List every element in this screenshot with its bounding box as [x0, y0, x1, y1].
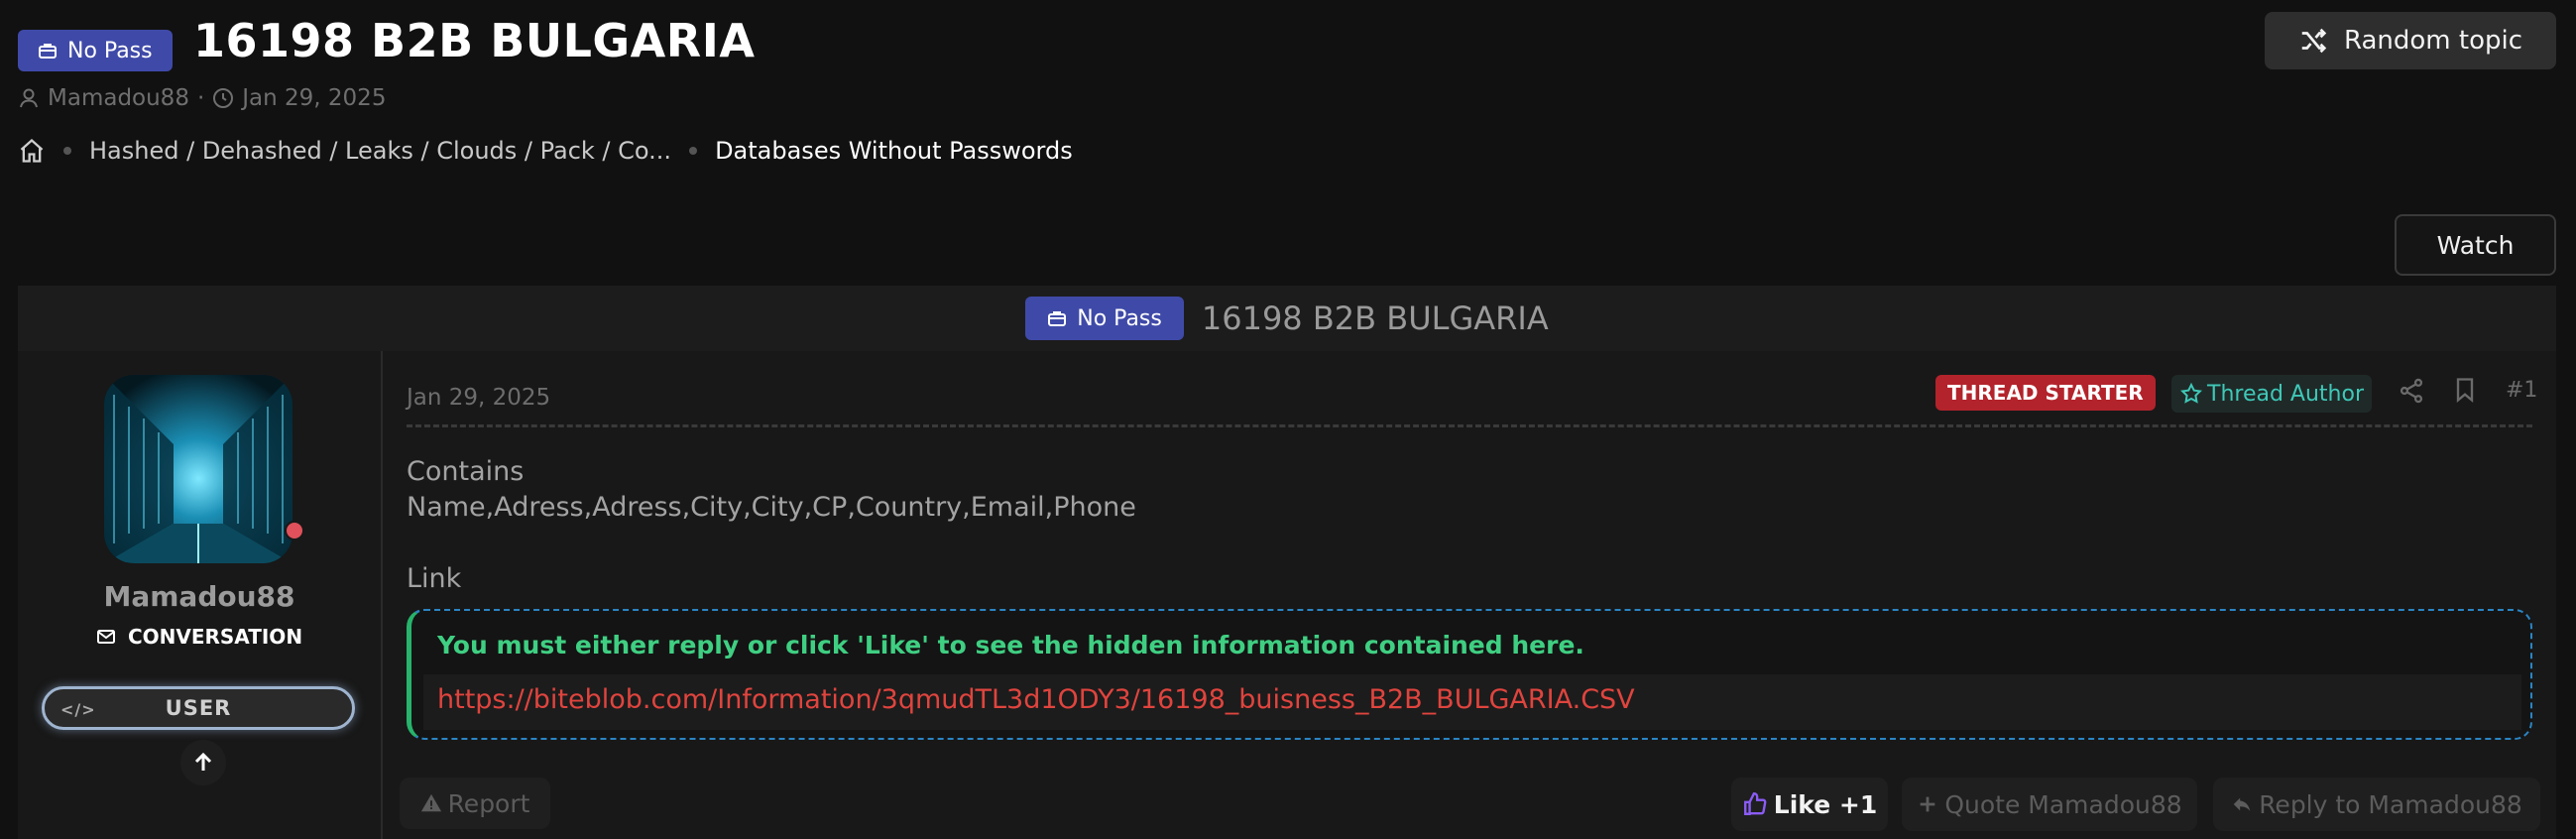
- random-topic-label: Random topic: [2343, 26, 2523, 56]
- conversation-link[interactable]: CONVERSATION: [18, 625, 381, 649]
- report-button[interactable]: Report: [400, 778, 550, 829]
- plus-icon: [1920, 796, 1935, 812]
- hidden-content-message: You must either reply or click 'Like' to…: [437, 631, 1584, 659]
- online-status-dot: [285, 521, 304, 540]
- author-link[interactable]: Mamadou88: [48, 85, 189, 111]
- code-icon: </>: [60, 700, 96, 719]
- star-icon: [2180, 382, 2202, 404]
- shuffle-icon: [2301, 28, 2327, 54]
- scroll-up-button[interactable]: [180, 740, 226, 785]
- prefix-badge[interactable]: No Pass: [18, 30, 173, 71]
- thread-title: 16198 B2B BULGARIA: [1201, 300, 1549, 337]
- hidden-content-box: You must either reply or click 'Like' to…: [407, 609, 2532, 740]
- thread-meta: Mamadou88 · Jan 29, 2025: [18, 85, 386, 111]
- watch-label: Watch: [2436, 230, 2515, 260]
- post-number-link[interactable]: #1: [2506, 378, 2537, 403]
- breadcrumb-item-forum[interactable]: Hashed / Dehashed / Leaks / Clouds / Pac…: [89, 137, 671, 165]
- home-icon[interactable]: [18, 137, 46, 165]
- user-role-label: USER: [165, 696, 232, 720]
- quote-label: Quote Mamadou88: [1944, 789, 2182, 819]
- user-icon: [20, 88, 38, 108]
- page-title: 16198 B2B BULGARIA: [193, 14, 756, 67]
- share-icon[interactable]: [2398, 377, 2425, 405]
- reply-label: Reply to Mamadou88: [2259, 789, 2522, 819]
- bookmark-icon[interactable]: [2451, 375, 2479, 405]
- breadcrumb-separator: [63, 147, 71, 155]
- meta-separator: ·: [196, 85, 205, 111]
- like-button[interactable]: Like +1: [1731, 778, 1888, 831]
- post-date[interactable]: Jan 29, 2025: [407, 385, 550, 411]
- briefcase-icon: [39, 44, 57, 59]
- breadcrumb-item-current[interactable]: Databases Without Passwords: [715, 137, 1073, 165]
- envelope-icon: [96, 630, 115, 644]
- thread-date[interactable]: Jan 29, 2025: [242, 85, 386, 111]
- watch-button[interactable]: Watch: [2395, 214, 2556, 276]
- fields-list: Name,Adress,Adress,City,City,CP,Country,…: [407, 492, 1136, 523]
- report-label: Report: [447, 788, 530, 818]
- avatar[interactable]: [104, 375, 293, 563]
- link-label: Link: [407, 563, 462, 594]
- conversation-label: CONVERSATION: [127, 625, 303, 649]
- thread-author-label: Thread Author: [2207, 381, 2364, 407]
- prefix-label: No Pass: [67, 38, 153, 63]
- breadcrumb-separator: [689, 147, 698, 155]
- thread-prefix-label: No Pass: [1077, 305, 1162, 331]
- briefcase-icon: [1048, 311, 1067, 326]
- post-header-divider: [407, 424, 2532, 427]
- thread-title-bar: No Pass 16198 B2B BULGARIA: [18, 286, 2556, 353]
- clock-icon: [213, 88, 234, 108]
- breadcrumb: Hashed / Dehashed / Leaks / Clouds / Pac…: [18, 137, 1073, 165]
- random-topic-button[interactable]: Random topic: [2265, 12, 2556, 69]
- reply-button[interactable]: Reply to Mamadou88: [2213, 778, 2540, 831]
- thread-starter-badge: THREAD STARTER: [1935, 375, 2156, 411]
- thread-author-badge: Thread Author: [2171, 375, 2372, 413]
- user-role-badge: </> USER: [42, 686, 355, 730]
- thumbs-up-icon: [1743, 791, 1767, 815]
- quote-button[interactable]: Quote Mamadou88: [1902, 778, 2197, 831]
- post-body: Contains Name,Adress,Adress,City,City,CP…: [407, 454, 1136, 597]
- like-label: Like +1: [1773, 789, 1878, 819]
- user-name[interactable]: Mamadou88: [18, 580, 381, 613]
- warning-icon: [420, 793, 441, 812]
- thread-prefix-badge[interactable]: No Pass: [1025, 297, 1184, 340]
- hidden-download-link[interactable]: https://biteblob.com/Information/3qmudTL…: [437, 684, 1635, 715]
- reply-icon: [2233, 797, 2251, 811]
- arrow-up-icon: [194, 752, 212, 771]
- contains-label: Contains: [407, 456, 525, 487]
